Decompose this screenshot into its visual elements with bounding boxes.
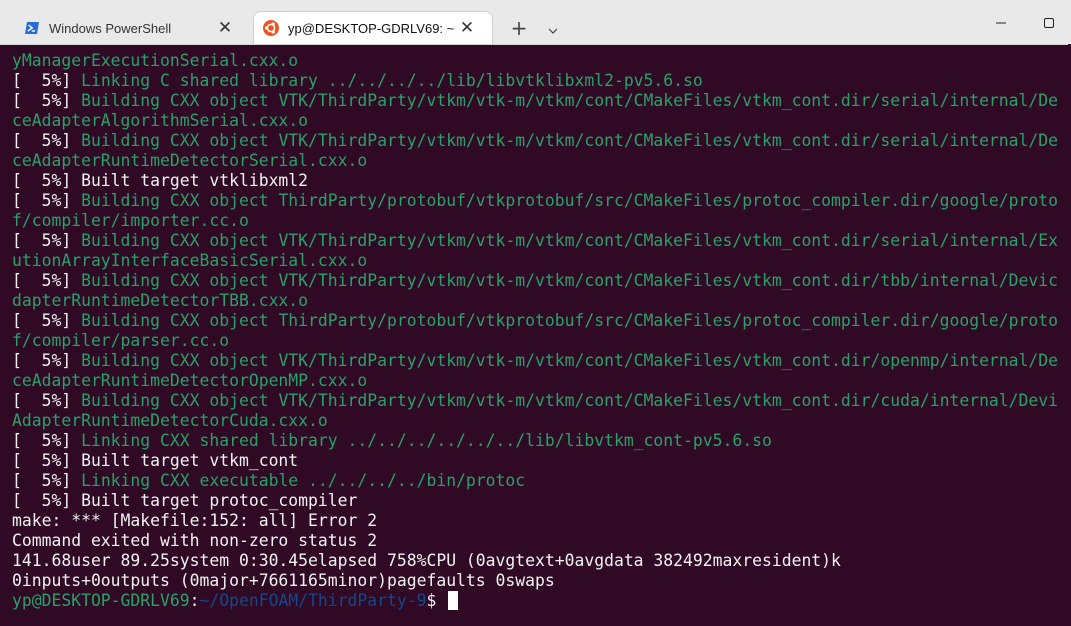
tab-windows-powershell[interactable]: Windows PowerShell ✕ (14, 12, 250, 44)
terminal-text: [ 5%] (12, 191, 82, 210)
terminal-text: [ 5%] (12, 231, 82, 250)
terminal-line: ceAdapterRuntimeDetectorOpenMP.cxx.o (12, 371, 1071, 391)
chevron-down-icon (548, 28, 558, 34)
terminal-line: f/compiler/importer.cc.o (12, 211, 1071, 231)
terminal-line: yManagerExecutionSerial.cxx.o (12, 51, 1071, 71)
terminal-line: [ 5%] Building CXX object VTK/ThirdParty… (12, 91, 1071, 111)
terminal-line: [ 5%] Building CXX object VTK/ThirdParty… (12, 131, 1071, 151)
minimize-button[interactable] (986, 10, 1016, 36)
terminal-text: Building CXX object ThirdParty/protobuf/… (81, 311, 1059, 330)
terminal-line: ceAdapterAlgorithmSerial.cxx.o (12, 111, 1071, 131)
terminal-text: ceAdapterRuntimeDetectorOpenMP.cxx.o (12, 371, 368, 390)
prompt-path: ~/OpenFOAM/ThirdParty-9 (199, 591, 427, 610)
terminal-text: Building CXX object ThirdParty/protobuf/… (81, 191, 1059, 210)
terminal-line: f/compiler/parser.cc.o (12, 331, 1071, 351)
terminal-text: Linking C shared library ../../../../lib… (81, 71, 703, 90)
terminal-line: ceAdapterRuntimeDetectorSerial.cxx.o (12, 151, 1071, 171)
terminal-text: utionArrayInterfaceBasicSerial.cxx.o (12, 251, 368, 270)
terminal-line: [ 5%] Building CXX object VTK/ThirdParty… (12, 351, 1071, 371)
terminal-text: [ 5%] (12, 471, 82, 490)
terminal-text: Linking CXX shared library ../../../../.… (81, 431, 772, 450)
terminal-line: [ 5%] Building CXX object VTK/ThirdParty… (12, 391, 1071, 411)
terminal-line: [ 5%] Built target vtkm_cont (12, 451, 1071, 471)
terminal-text: f/compiler/parser.cc.o (12, 331, 230, 350)
terminal-text: AdapterRuntimeDetectorCuda.cxx.o (12, 411, 328, 430)
terminal-line: [ 5%] Building CXX object ThirdParty/pro… (12, 311, 1071, 331)
new-tab-button[interactable]: + (506, 17, 532, 41)
terminal-line: Command exited with non-zero status 2 (12, 531, 1071, 551)
terminal-text: ceAdapterAlgorithmSerial.cxx.o (12, 111, 309, 130)
terminal-text: Building CXX object VTK/ThirdParty/vtkm/… (81, 91, 1059, 110)
terminal-line: 141.68user 89.25system 0:30.45elapsed 75… (12, 551, 1071, 571)
terminal-text: dapterRuntimeDetectorTBB.cxx.o (12, 291, 309, 310)
terminal-line: [ 5%] Building CXX object ThirdParty/pro… (12, 191, 1071, 211)
terminal-text: ceAdapterRuntimeDetectorSerial.cxx.o (12, 151, 368, 170)
terminal-text: [ 5%] Built target vtkm_cont (12, 451, 299, 470)
terminal-output[interactable]: yManagerExecutionSerial.cxx.o[ 5%] Linki… (12, 51, 1071, 626)
prompt-line[interactable]: yp@DESKTOP-GDRLV69:~/OpenFOAM/ThirdParty… (12, 591, 1071, 611)
close-tab-icon[interactable]: ✕ (458, 19, 476, 37)
tab-dropdown-button[interactable] (542, 17, 564, 41)
terminal-text: [ 5%] (12, 91, 82, 110)
terminal-line: AdapterRuntimeDetectorCuda.cxx.o (12, 411, 1071, 431)
terminal-line: [ 5%] Linking C shared library ../../../… (12, 71, 1071, 91)
terminal-line: 0inputs+0outputs (0major+7661165minor)pa… (12, 571, 1071, 591)
title-bar: Windows PowerShell ✕ yp@DESKTOP-GDRLV69:… (0, 0, 1071, 45)
terminal-line: [ 5%] Built target protoc_compiler (12, 491, 1071, 511)
terminal-text: [ 5%] (12, 71, 82, 90)
terminal-text: 141.68user 89.25system 0:30.45elapsed 75… (12, 551, 841, 570)
tab-title: Windows PowerShell (49, 20, 172, 36)
close-tab-icon[interactable]: ✕ (216, 19, 234, 37)
terminal-text: [ 5%] (12, 431, 82, 450)
tab-title: yp@DESKTOP-GDRLV69: ~/Op (288, 20, 454, 36)
terminal-text: [ 5%] Built target vtklibxml2 (12, 171, 309, 190)
terminal-line: [ 5%] Building CXX object VTK/ThirdParty… (12, 271, 1071, 291)
terminal-text: Linking CXX executable ../../../../bin/p… (81, 471, 526, 490)
terminal-text: yManagerExecutionSerial.cxx.o (12, 51, 299, 70)
maximize-button[interactable] (1034, 10, 1064, 36)
powershell-icon (25, 22, 39, 34)
terminal-text: [ 5%] (12, 391, 82, 410)
tab-ubuntu-terminal[interactable]: yp@DESKTOP-GDRLV69: ~/Op ✕ (254, 12, 492, 44)
ubuntu-icon (263, 20, 279, 36)
terminal-line: [ 5%] Linking CXX executable ../../../..… (12, 471, 1071, 491)
text-cursor (448, 591, 459, 610)
terminal-text: [ 5%] (12, 131, 82, 150)
minimize-icon (996, 22, 1006, 24)
terminal-text: Command exited with non-zero status 2 (12, 531, 378, 550)
terminal-line: [ 5%] Building CXX object VTK/ThirdParty… (12, 231, 1071, 251)
terminal-text: [ 5%] (12, 311, 82, 330)
terminal-line: dapterRuntimeDetectorTBB.cxx.o (12, 291, 1071, 311)
terminal-line: make: *** [Makefile:152: all] Error 2 (12, 511, 1071, 531)
terminal-text: [ 5%] (12, 271, 82, 290)
terminal-text: [ 5%] (12, 351, 82, 370)
terminal-text: Building CXX object VTK/ThirdParty/vtkm/… (81, 391, 1059, 410)
terminal-text: f/compiler/importer.cc.o (12, 211, 249, 230)
terminal-line: [ 5%] Built target vtklibxml2 (12, 171, 1071, 191)
maximize-icon (1044, 18, 1054, 28)
terminal-text: 0inputs+0outputs (0major+7661165minor)pa… (12, 571, 555, 590)
terminal-text: [ 5%] Built target protoc_compiler (12, 491, 358, 510)
terminal-text: Building CXX object VTK/ThirdParty/vtkm/… (81, 271, 1059, 290)
terminal-line: utionArrayInterfaceBasicSerial.cxx.o (12, 251, 1071, 271)
terminal-text: Building CXX object VTK/ThirdParty/vtkm/… (81, 131, 1059, 150)
terminal-line: [ 5%] Linking CXX shared library ../../.… (12, 431, 1071, 451)
terminal-text: make: *** [Makefile:152: all] Error 2 (12, 511, 378, 530)
prompt-symbol: $ (426, 591, 447, 610)
prompt-colon: : (189, 591, 200, 610)
terminal-text: Building CXX object VTK/ThirdParty/vtkm/… (81, 231, 1059, 250)
prompt-user-host: yp@DESKTOP-GDRLV69 (12, 591, 190, 610)
terminal-text: Building CXX object VTK/ThirdParty/vtkm/… (81, 351, 1059, 370)
